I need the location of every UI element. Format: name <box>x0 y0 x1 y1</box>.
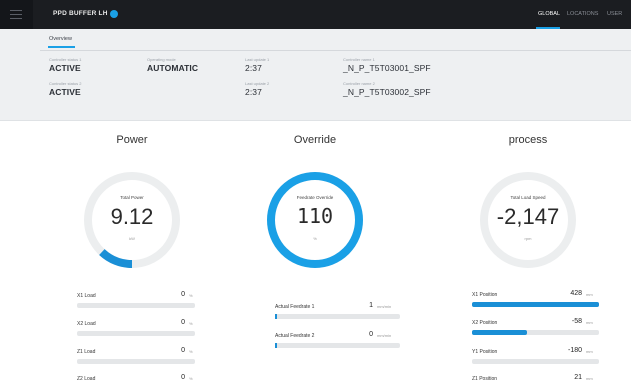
gauge-label: Total Load Speed <box>510 195 546 200</box>
bar-track <box>77 303 195 308</box>
bar-track <box>472 359 599 364</box>
tab-overview[interactable]: Overview <box>49 36 72 42</box>
power-bar-row: X1 Load 0 % <box>77 291 195 313</box>
field-value: AUTOMATIC <box>147 63 199 73</box>
bar-label: Y1 Position <box>472 349 498 355</box>
power-bar-row: Z2 Load 0 % <box>77 374 195 386</box>
bar-unit: % <box>189 293 193 298</box>
power-bar-row: Z1 Load 0 % <box>77 347 195 369</box>
bar-track <box>77 359 195 364</box>
bar-fill <box>472 302 599 307</box>
field-value: 2:37 <box>245 63 262 73</box>
bar-label: Z1 Load <box>77 349 96 355</box>
process-bar-row: X1 Position 428 mm <box>472 290 599 312</box>
bar-value: -58 <box>571 318 582 325</box>
power-gauge: Total Power 9.12 kW <box>72 160 192 280</box>
top-bar: PPD BUFFER LH GLOBAL LOCATIONS USER <box>0 0 631 29</box>
bar-label: X1 Position <box>472 292 498 298</box>
bar-unit: mm <box>586 320 593 325</box>
field-value: 2:37 <box>245 87 262 97</box>
bar-track <box>275 343 400 348</box>
bar-fill <box>472 330 527 335</box>
bar-track <box>472 302 599 307</box>
bar-track <box>275 314 400 319</box>
gauge-value: 110 <box>296 204 334 228</box>
bar-label: Actual Feedrate 1 <box>275 304 315 310</box>
bar-unit: % <box>189 349 193 354</box>
process-gauge: Total Load Speed -2,147 rpm <box>468 160 588 280</box>
gauge-value: 9.12 <box>110 204 154 229</box>
field-value: _N_P_T5T03001_SPF <box>343 63 431 73</box>
bar-value: 0 <box>181 374 185 381</box>
override-bar-row: Actual Feedrate 2 0 mm/min <box>275 331 400 353</box>
bar-value: 0 <box>369 331 373 338</box>
field-value: ACTIVE <box>49 63 81 73</box>
bar-label: Actual Feedrate 2 <box>275 333 315 339</box>
process-bar-row: Z1 Position 21 mm <box>472 374 599 386</box>
override-gauge: Feedrate Override 110 % <box>255 160 375 280</box>
field-value: _N_P_T5T03002_SPF <box>343 87 431 97</box>
bar-value: 0 <box>181 291 185 298</box>
process-bar-row: X2 Position -58 mm <box>472 318 599 340</box>
bar-label: X1 Load <box>77 293 96 299</box>
bar-value: 0 <box>181 319 185 326</box>
bar-value: 0 <box>181 347 185 354</box>
tab-global[interactable]: GLOBAL <box>538 11 560 17</box>
gauge-unit: kW <box>129 236 135 241</box>
tab-locations[interactable]: LOCATIONS <box>567 11 598 17</box>
gauge-unit: % <box>313 236 317 241</box>
bar-label: Z1 Position <box>472 376 498 382</box>
bar-value: 21 <box>574 374 582 381</box>
bar-label: Z2 Load <box>77 376 96 382</box>
bar-unit: mm <box>586 292 593 297</box>
process-title: process <box>508 134 548 146</box>
info-field: Operating mode AUTOMATIC <box>147 57 198 73</box>
bar-value: 428 <box>570 290 582 297</box>
menu-icon[interactable] <box>0 0 33 29</box>
bar-unit: mm <box>586 376 593 381</box>
process-bar-row: Y1 Position -180 mm <box>472 347 599 369</box>
bar-unit: mm/min <box>377 304 392 309</box>
bar-fill <box>275 314 277 319</box>
info-field: Controller name 1 _N_P_T5T03001_SPF <box>343 57 431 73</box>
bar-unit: mm/min <box>377 333 392 338</box>
override-bar-row: Actual Feedrate 1 1 mm/min <box>275 302 400 324</box>
bar-unit: % <box>189 321 193 326</box>
bar-label: X2 Load <box>77 321 96 327</box>
power-bar-row: X2 Load 0 % <box>77 319 195 341</box>
info-field: Controller status 1 ACTIVE <box>49 57 81 73</box>
subtab-indicator <box>48 46 75 48</box>
info-field: Controller name 2 _N_P_T5T03002_SPF <box>343 81 431 97</box>
bar-value: -180 <box>567 347 582 354</box>
gauge-label: Feedrate Override <box>296 195 334 200</box>
gauge-unit: rpm <box>524 236 532 241</box>
bar-track <box>472 330 599 335</box>
bar-track <box>77 331 195 336</box>
app-title: PPD BUFFER LH <box>53 10 108 17</box>
tab-user[interactable]: USER <box>607 11 622 17</box>
status-indicator-icon <box>110 10 118 18</box>
bar-unit: % <box>189 376 193 381</box>
info-field: Controller status 2 ACTIVE <box>49 81 81 97</box>
bar-label: X2 Position <box>472 320 498 326</box>
bar-value: 1 <box>369 302 373 309</box>
field-value: ACTIVE <box>49 87 81 97</box>
override-title: Override <box>293 134 337 146</box>
divider <box>40 50 631 51</box>
gauge-value: -2,147 <box>496 204 560 229</box>
info-field: Last update 1 2:37 <box>245 57 269 73</box>
bar-fill <box>275 343 277 348</box>
gauge-label: Total Power <box>120 195 144 200</box>
power-title: Power <box>116 134 148 146</box>
info-field: Last update 2 2:37 <box>245 81 269 97</box>
bar-unit: mm <box>586 349 593 354</box>
info-panel: Overview Controller status 1 ACTIVE Cont… <box>0 29 631 121</box>
